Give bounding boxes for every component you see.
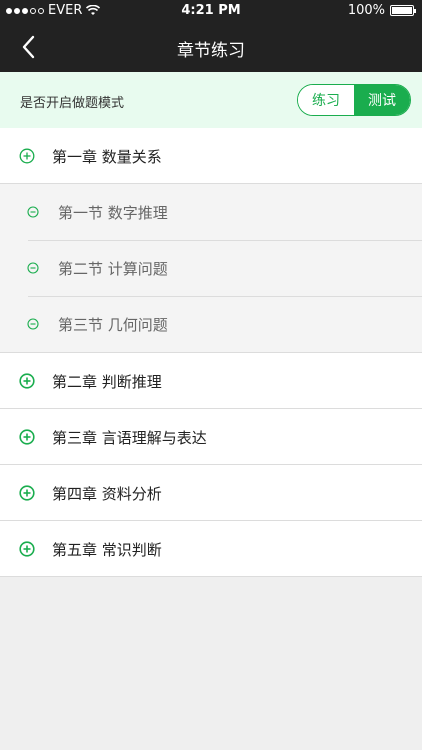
chapter-title: 第五章 常识判断 — [52, 541, 162, 559]
circle-plus-icon — [19, 541, 35, 557]
test-option[interactable]: 测试 — [354, 85, 410, 115]
chapter-item-3[interactable]: 第三章 言语理解与表达 — [0, 409, 422, 465]
circle-plus-icon — [19, 373, 35, 389]
chapter-title: 第四章 资料分析 — [52, 485, 162, 503]
circle-plus-icon — [19, 429, 35, 445]
section-title: 第三节 几何问题 — [58, 316, 168, 334]
circle-plus-icon — [19, 485, 35, 501]
page-title: 章节练习 — [177, 41, 245, 61]
circle-plus-icon — [19, 148, 35, 164]
battery-percent: 100% — [347, 3, 385, 18]
chapter-item-5[interactable]: 第五章 常识判断 — [0, 521, 422, 577]
nav-bar: 章节练习 — [0, 22, 422, 72]
circle-minus-icon — [27, 318, 39, 330]
section-title: 第二节 计算问题 — [58, 260, 168, 278]
practice-option[interactable]: 练习 — [298, 85, 354, 115]
mode-bar: 是否开启做题模式 练习 测试 — [0, 72, 422, 128]
chapter-item-1[interactable]: 第一章 数量关系 — [0, 128, 422, 184]
chapter-title: 第二章 判断推理 — [52, 373, 162, 391]
circle-minus-icon — [27, 206, 39, 218]
mode-toggle[interactable]: 练习 测试 — [297, 84, 411, 116]
chapter-item-4[interactable]: 第四章 资料分析 — [0, 465, 422, 521]
section-item-2[interactable]: 第二节 计算问题 — [0, 240, 422, 296]
chapter-item-2[interactable]: 第二章 判断推理 — [0, 353, 422, 409]
circle-minus-icon — [27, 262, 39, 274]
chapter-title: 第三章 言语理解与表达 — [52, 429, 207, 447]
battery-icon — [390, 5, 416, 16]
status-bar: EVER 4:21 PM 100% — [0, 0, 422, 22]
section-title: 第一节 数字推理 — [58, 204, 168, 222]
mode-label: 是否开启做题模式 — [20, 96, 125, 111]
chapter-title: 第一章 数量关系 — [52, 148, 162, 166]
chapter-1-sections: 第一节 数字推理 第二节 计算问题 第三节 几何问题 — [0, 184, 422, 353]
section-item-1[interactable]: 第一节 数字推理 — [0, 184, 422, 240]
section-item-3[interactable]: 第三节 几何问题 — [0, 296, 422, 352]
status-right: 100% — [347, 3, 416, 18]
